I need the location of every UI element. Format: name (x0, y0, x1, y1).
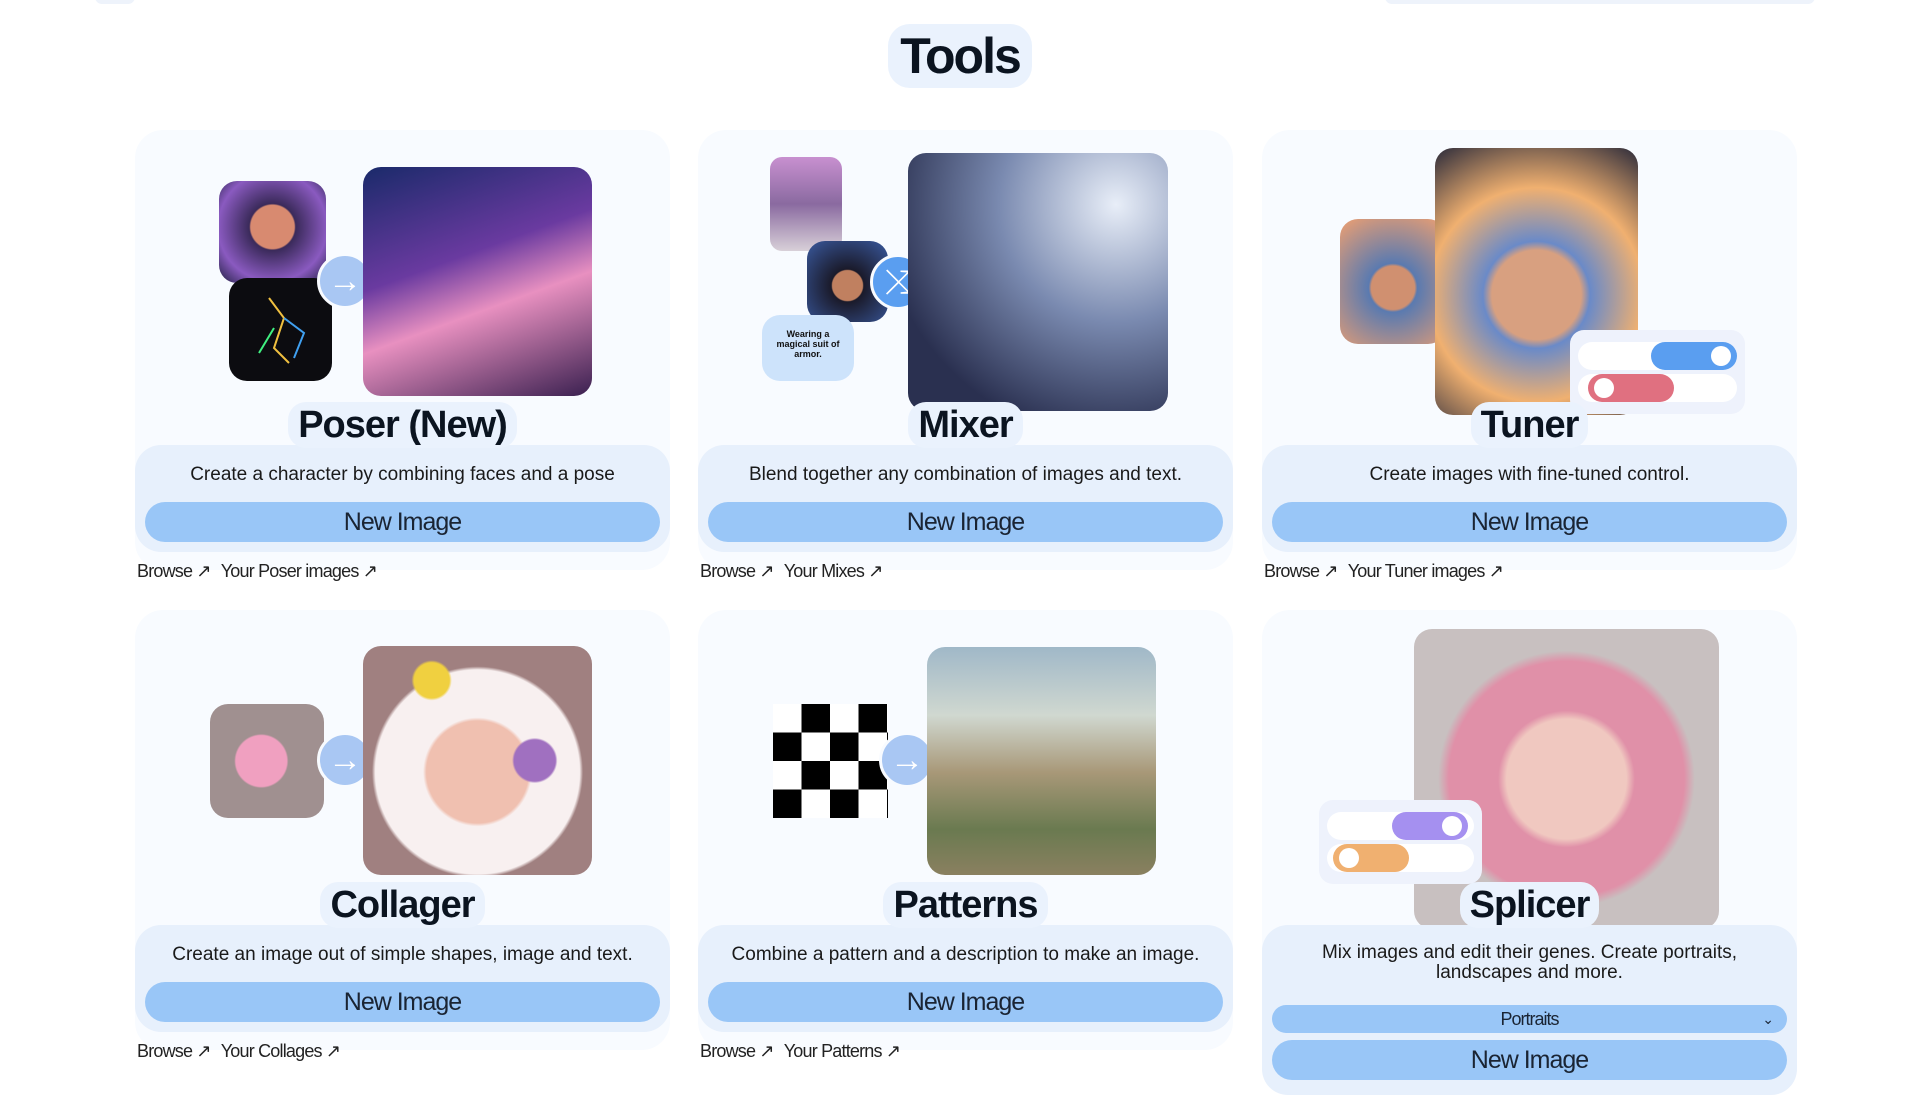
tool-links: Browse ↗ Your Mixes ↗ (700, 561, 893, 582)
tool-card-poser: → Poser (New) Create a character by comb… (135, 130, 670, 581)
tool-links: Browse ↗ Your Patterns ↗ (700, 1041, 910, 1062)
tool-card-splicer: Splicer Mix images and edit their genes.… (1262, 610, 1797, 1095)
collage-input-image (210, 704, 324, 818)
your-tuner-images-link[interactable]: Your Tuner images ↗ (1348, 561, 1504, 581)
your-mixes-link[interactable]: Your Mixes ↗ (784, 561, 884, 581)
your-images-link[interactable]: Your Poser images ↗ (221, 561, 378, 581)
browse-link[interactable]: Browse ↗ (700, 1041, 775, 1061)
toggle-on (1578, 342, 1737, 370)
checkerboard-pattern-image (773, 704, 888, 818)
browse-link[interactable]: Browse ↗ (137, 1041, 212, 1061)
new-image-button[interactable]: New Image (145, 502, 660, 542)
tool-description: Create images with fine-tuned control. (1369, 464, 1690, 485)
tool-panel: Create a character by combining faces an… (135, 445, 670, 552)
top-element-left (95, 0, 135, 4)
tool-description: Create an image out of simple shapes, im… (172, 944, 633, 965)
tool-title: Mixer (698, 402, 1233, 448)
your-patterns-link[interactable]: Your Patterns ↗ (784, 1041, 901, 1061)
style-select[interactable]: Portraits ⌄ (1272, 1005, 1787, 1033)
tool-title: Tuner (1262, 402, 1797, 448)
tool-description: Create a character by combining faces an… (190, 464, 615, 485)
small-face-image (1340, 219, 1446, 344)
patterns-result-image (927, 647, 1156, 875)
toggle-off (1578, 374, 1737, 402)
tool-panel: Combine a pattern and a description to m… (698, 925, 1233, 1032)
tool-card-collager: → Collager Create an image out of simple… (135, 610, 670, 1061)
your-collages-link[interactable]: Your Collages ↗ (221, 1041, 341, 1061)
toggle-off (1327, 844, 1474, 872)
chevron-down-icon: ⌄ (1762, 1011, 1774, 1027)
tool-links: Browse ↗ Your Poser images ↗ (137, 561, 387, 582)
toggle-group (1319, 800, 1482, 884)
tool-links: Browse ↗ Your Collages ↗ (137, 1041, 350, 1062)
tool-links: Browse ↗ Your Tuner images ↗ (1264, 561, 1513, 582)
top-element-right (1385, 0, 1815, 4)
tree-image (770, 157, 842, 251)
page-title: Tools (0, 24, 1920, 88)
tool-panel: Create an image out of simple shapes, im… (135, 925, 670, 1032)
tool-panel: Create images with fine-tuned control. N… (1262, 445, 1797, 552)
browse-link[interactable]: Browse ↗ (137, 561, 212, 581)
pose-image (229, 278, 332, 381)
tool-title: Collager (135, 882, 670, 928)
tool-card-mixer: ⤨ Wearing a magical suit of armor. Mixer… (698, 130, 1233, 581)
collager-result-image (363, 646, 592, 875)
tool-panel: Mix images and edit their genes. Create … (1262, 925, 1797, 1095)
tool-description: Mix images and edit their genes. Create … (1321, 942, 1738, 983)
poser-result-image (363, 167, 592, 396)
new-image-button[interactable]: New Image (708, 502, 1223, 542)
new-image-button[interactable]: New Image (708, 982, 1223, 1022)
prompt-text-card: Wearing a magical suit of armor. (762, 315, 854, 381)
new-image-button[interactable]: New Image (1272, 502, 1787, 542)
tool-title: Poser (New) (135, 402, 670, 448)
tool-description: Blend together any combination of images… (748, 464, 1183, 485)
tool-card-patterns: → Patterns Combine a pattern and a descr… (698, 610, 1233, 1061)
tool-title: Splicer (1262, 882, 1797, 928)
tool-title: Patterns (698, 882, 1233, 928)
tool-card-tuner: Tuner Create images with fine-tuned cont… (1262, 130, 1797, 581)
new-image-button[interactable]: New Image (1272, 1040, 1787, 1080)
mixer-result-image (908, 153, 1168, 411)
face-image (219, 181, 326, 283)
tool-description: Combine a pattern and a description to m… (731, 944, 1200, 965)
new-image-button[interactable]: New Image (145, 982, 660, 1022)
tool-panel: Blend together any combination of images… (698, 445, 1233, 552)
select-value: Portraits (1500, 1009, 1559, 1029)
browse-link[interactable]: Browse ↗ (1264, 561, 1339, 581)
browse-link[interactable]: Browse ↗ (700, 561, 775, 581)
toggle-on (1327, 812, 1474, 840)
